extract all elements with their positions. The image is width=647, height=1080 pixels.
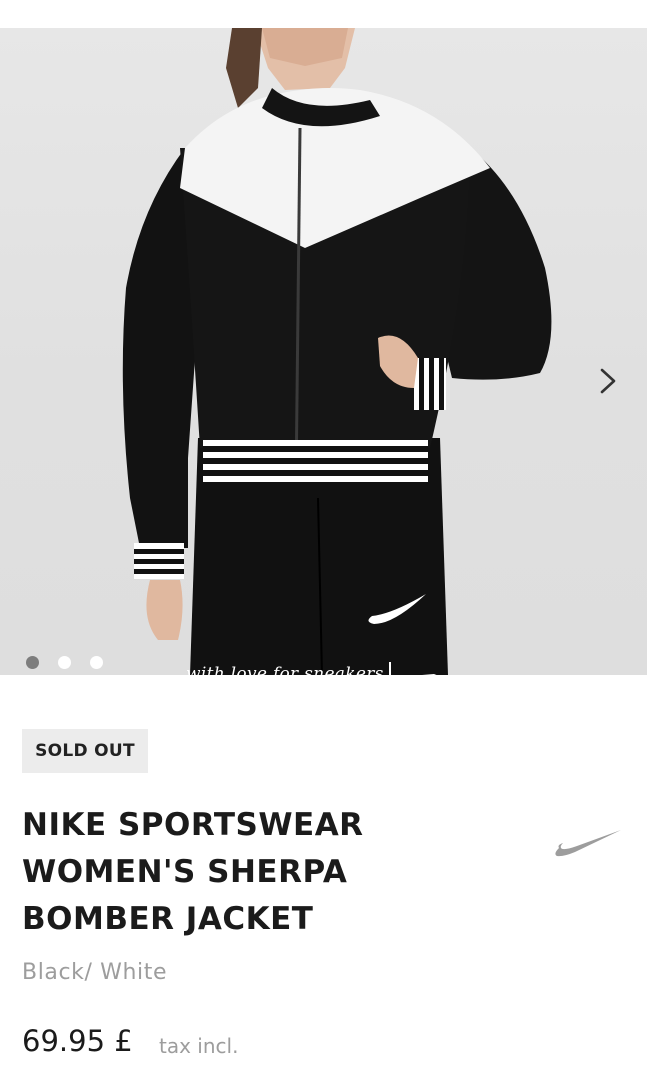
product-title-line-3: BOMBER JACKET [22, 901, 314, 937]
product-title: NIKE SPORTSWEAR WOMEN'S SHERPA BOMBER JA… [22, 802, 502, 943]
product-photo [122, 28, 552, 675]
product-title-line-2: WOMEN'S SHERPA [22, 854, 348, 890]
slide-dot-3[interactable] [90, 656, 103, 669]
slide-dot-1[interactable] [26, 656, 39, 669]
nike-swoosh-icon [555, 830, 621, 857]
product-image-gallery[interactable]: with love for sneakers [0, 28, 647, 675]
footshop-logo-icon [422, 674, 437, 675]
product-price: 69.95 £ [22, 1024, 133, 1058]
slide-indicator [26, 656, 103, 669]
product-title-line-1: NIKE SPORTSWEAR [22, 807, 364, 843]
watermark-separator [389, 662, 391, 675]
product-color: Black/ White [22, 960, 168, 985]
tax-note: tax incl. [159, 1034, 239, 1058]
chevron-right-icon[interactable] [593, 365, 623, 397]
slide-dot-2[interactable] [58, 656, 71, 669]
watermark-text: with love for sneakers [186, 664, 384, 675]
sold-out-badge: SOLD OUT [22, 729, 148, 773]
